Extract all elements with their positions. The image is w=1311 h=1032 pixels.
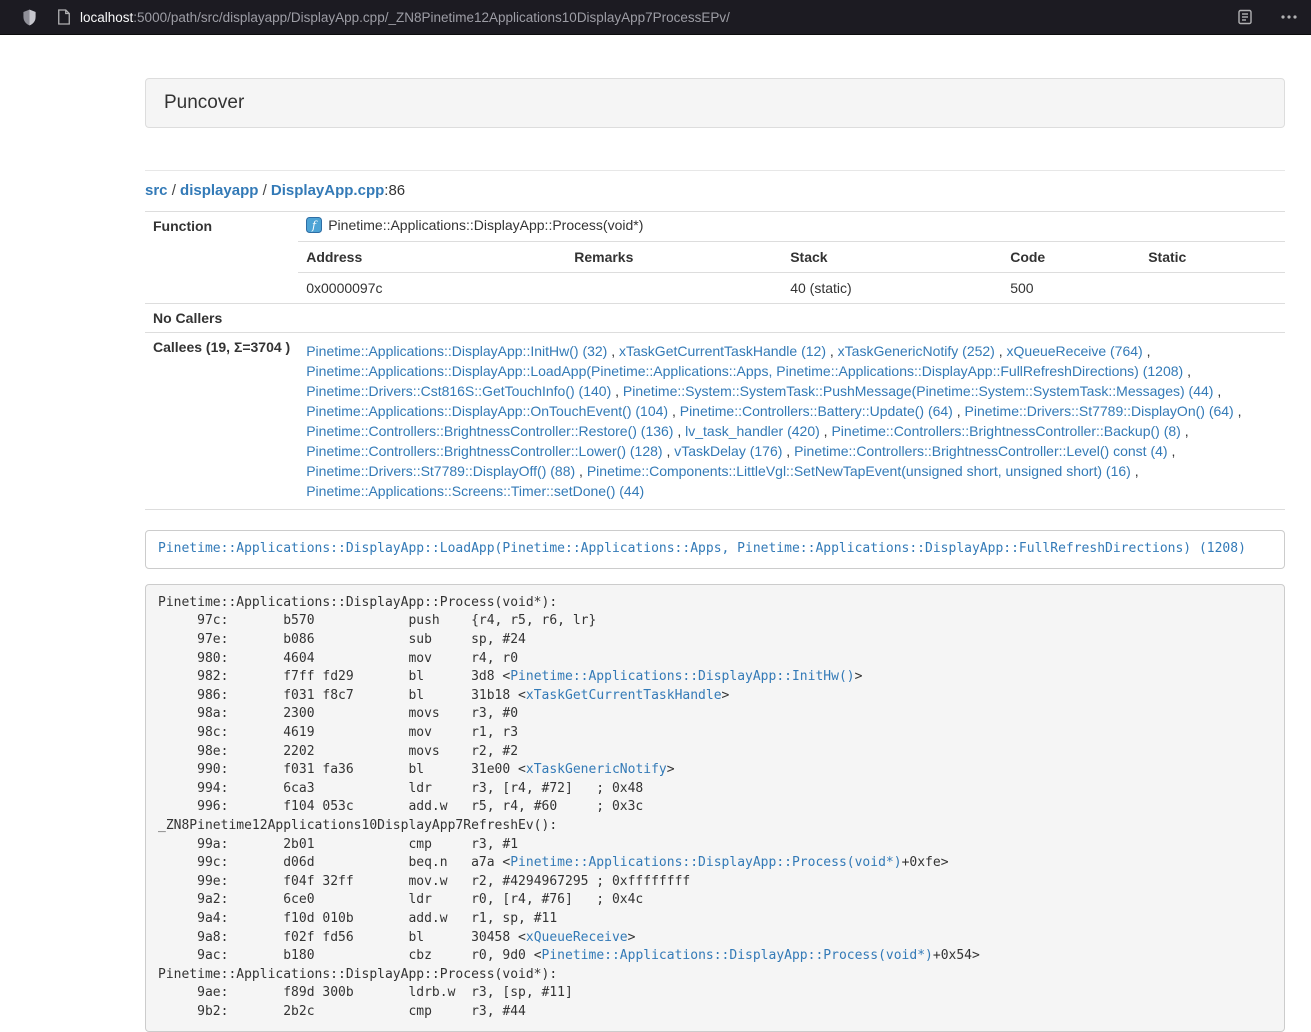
callee-link[interactable]: Pinetime::Controllers::BrightnessControl…: [831, 423, 1180, 439]
callee-link[interactable]: Pinetime::Applications::Screens::Timer::…: [306, 483, 644, 499]
no-callers-label: No Callers: [145, 304, 298, 333]
callee-link[interactable]: Pinetime::Drivers::St7789::DisplayOff() …: [306, 463, 575, 479]
divider: [145, 170, 1285, 171]
function-detail-cell: Address Remarks Stack Code Static 0x0000…: [298, 242, 1285, 304]
callee-link[interactable]: lv_task_handler (420): [685, 423, 820, 439]
callee-link[interactable]: Pinetime::Controllers::Battery::Update()…: [680, 403, 953, 419]
asm-symbol-link[interactable]: Pinetime::Applications::DisplayApp::Init…: [510, 669, 854, 684]
function-icon: f: [306, 217, 322, 236]
col-address: Address: [298, 242, 566, 273]
callee-link[interactable]: Pinetime::Drivers::Cst816S::GetTouchInfo…: [306, 383, 611, 399]
callee-link[interactable]: xTaskGenericNotify (252): [838, 343, 995, 359]
asm-symbol-link[interactable]: Pinetime::Applications::DisplayApp::Proc…: [510, 855, 901, 870]
address-bar[interactable]: localhost:5000/path/src/displayapp/Displ…: [80, 10, 730, 25]
col-code: Code: [1002, 242, 1140, 273]
breadcrumb-separator: /: [168, 182, 181, 199]
callee-link[interactable]: Pinetime::System::SystemTask::PushMessag…: [623, 383, 1214, 399]
page-content: Puncover src / displayapp / DisplayApp.c…: [145, 78, 1285, 1032]
callee-link[interactable]: xTaskGetCurrentTaskHandle (12): [619, 343, 826, 359]
function-table: Function f Pinetime::Applications::Displ…: [145, 211, 1285, 510]
stack-value: 40 (static): [782, 273, 1002, 304]
breadcrumb-line-number: :86: [384, 182, 405, 199]
address-value: 0x0000097c: [298, 273, 566, 304]
callees-cell: Pinetime::Applications::DisplayApp::Init…: [298, 333, 1285, 510]
callee-link[interactable]: vTaskDelay (176): [674, 443, 782, 459]
code-value: 500: [1002, 273, 1140, 304]
asm-symbol-link[interactable]: Pinetime::Applications::DisplayApp::Proc…: [542, 948, 933, 963]
callee-link[interactable]: Pinetime::Applications::DisplayApp::Init…: [306, 343, 607, 359]
app-title-panel: Puncover: [145, 78, 1285, 128]
function-detail-table: Address Remarks Stack Code Static 0x0000…: [298, 242, 1285, 303]
snippet-box: Pinetime::Applications::DisplayApp::Load…: [145, 530, 1285, 569]
callee-link[interactable]: Pinetime::Drivers::St7789::DisplayOn() (…: [965, 403, 1234, 419]
breadcrumb-link[interactable]: DisplayApp.cpp: [271, 182, 384, 199]
col-static: Static: [1140, 242, 1285, 273]
browser-toolbar: localhost:5000/path/src/displayapp/Displ…: [0, 0, 1311, 35]
breadcrumb-link[interactable]: displayapp: [180, 182, 258, 199]
callee-link[interactable]: Pinetime::Controllers::BrightnessControl…: [306, 443, 662, 459]
disassembly-code: Pinetime::Applications::DisplayApp::Proc…: [145, 584, 1285, 1032]
callees-label: Callees (19, Σ=3704 ): [145, 333, 298, 510]
static-value: [1140, 273, 1285, 304]
page-icon: [57, 9, 71, 25]
breadcrumb: src / displayapp / DisplayApp.cpp:86: [145, 182, 1285, 199]
function-label: Function: [145, 212, 298, 304]
asm-symbol-link[interactable]: xQueueReceive: [526, 930, 628, 945]
asm-symbol-link[interactable]: xTaskGenericNotify: [526, 762, 667, 777]
callee-link[interactable]: Pinetime::Applications::DisplayApp::OnTo…: [306, 403, 668, 419]
callee-link[interactable]: xQueueReceive (764): [1007, 343, 1143, 359]
breadcrumb-link[interactable]: src: [145, 182, 168, 199]
callee-link[interactable]: Pinetime::Applications::DisplayApp::Load…: [306, 363, 1183, 379]
callee-link[interactable]: Pinetime::Controllers::BrightnessControl…: [306, 423, 673, 439]
col-remarks: Remarks: [566, 242, 782, 273]
reader-view-icon[interactable]: [1237, 9, 1253, 25]
snippet-link[interactable]: Pinetime::Applications::DisplayApp::Load…: [158, 541, 1246, 556]
tracking-protection-shield-icon[interactable]: [22, 9, 37, 26]
url-path: :5000/path/src/displayapp/DisplayApp.cpp…: [133, 10, 730, 25]
col-stack: Stack: [782, 242, 1002, 273]
url-host: localhost: [80, 10, 133, 25]
function-name-cell: f Pinetime::Applications::DisplayApp::Pr…: [298, 212, 1285, 242]
no-callers-cell: [298, 304, 1285, 333]
callee-link[interactable]: Pinetime::Components::LittleVgl::SetNewT…: [587, 463, 1131, 479]
callee-link[interactable]: Pinetime::Controllers::BrightnessControl…: [794, 443, 1167, 459]
overflow-menu-icon[interactable]: [1281, 15, 1297, 19]
remarks-value: [566, 273, 782, 304]
page-title: Puncover: [164, 92, 244, 113]
asm-symbol-link[interactable]: xTaskGetCurrentTaskHandle: [526, 688, 722, 703]
function-name: Pinetime::Applications::DisplayApp::Proc…: [328, 217, 643, 233]
breadcrumb-separator: /: [258, 182, 271, 199]
